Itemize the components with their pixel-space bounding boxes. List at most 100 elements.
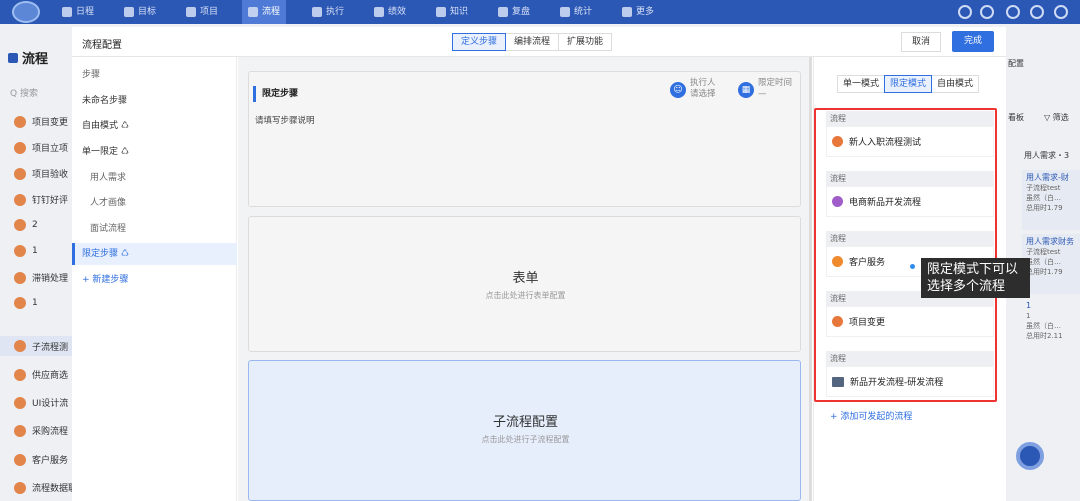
target-icon — [124, 7, 134, 17]
flow-group: 流程 电商新品开发流程 — [826, 171, 994, 217]
nav-item-performance[interactable]: 绩效 — [374, 0, 406, 24]
tab-arrange-flow[interactable]: 编排流程 — [505, 33, 560, 51]
canvas-scrollbar[interactable] — [809, 57, 812, 501]
step-sub-item[interactable]: 用人需求 — [72, 167, 237, 189]
background-list-item[interactable]: 项目变更 — [14, 115, 68, 128]
background-list-item[interactable]: 客户服务 — [14, 453, 68, 466]
pointer-dot — [910, 264, 915, 269]
flow-item-icon — [14, 167, 26, 180]
user-icon[interactable] — [1006, 5, 1020, 19]
nav-item-flow[interactable]: 流程 — [242, 0, 287, 24]
flow-item-icon — [14, 396, 26, 409]
flow-item-icon — [14, 245, 26, 257]
step-info-box[interactable]: 限定步骤 请填写步骤说明 ☺ 执行人 请选择 ▦ 限定时间 — — [248, 71, 801, 207]
help-icon[interactable] — [1054, 5, 1068, 19]
done-button[interactable]: 完成 — [952, 31, 995, 52]
flow-icon — [832, 196, 843, 207]
flow-card[interactable]: 电商新品开发流程 — [826, 186, 994, 217]
nav-item-more[interactable]: 更多 — [622, 0, 654, 24]
background-list-item[interactable]: 采购流程 — [14, 424, 68, 437]
subflow-box-title: 子流程配置 — [492, 415, 558, 430]
nav-item-goals[interactable]: 目标 — [124, 0, 156, 24]
background-list-item[interactable]: 项目验收 — [14, 167, 68, 180]
background-list-item[interactable]: 1 — [14, 297, 38, 309]
nav-item-projects[interactable]: 项目 — [186, 0, 218, 24]
steps-list: 步骤 未命名步骤 自由模式 ♺ 单一限定 ♺ 用人需求 人才画像 面试流程 限定… — [72, 57, 237, 501]
flow-item-icon — [14, 424, 26, 437]
background-list-item[interactable]: 1 — [14, 245, 38, 257]
add-flow-button[interactable]: + 添加可发起的流程 — [830, 409, 912, 422]
mode-free[interactable]: 自由模式 — [931, 75, 980, 93]
top-nav: 日程 目标 项目 流程 执行 绩效 知识 复盘 统计 更多 — [0, 0, 1080, 24]
background-list-item[interactable]: 供应商选 — [14, 368, 68, 381]
background-list-item[interactable]: UI设计流 — [14, 396, 68, 409]
background-card[interactable]: 用人需求-财 子流程test 虽然（白… 总用时1.79 — [1022, 170, 1080, 230]
flow-card[interactable]: 新人入职流程测试 — [826, 126, 994, 157]
flow-item-icon — [14, 340, 26, 352]
background-board-label[interactable]: 看板 — [1008, 112, 1024, 123]
step-item[interactable]: 未命名步骤 — [72, 90, 237, 112]
step-item[interactable]: 自由模式 ♺ — [72, 115, 237, 137]
executor-selector[interactable]: 执行人 请选择 — [690, 78, 716, 100]
flow-group: 流程 新人入职流程测试 — [826, 111, 994, 157]
background-list-item[interactable]: 滞销处理 — [14, 271, 68, 284]
flow-item-icon — [14, 271, 26, 284]
flow-card[interactable]: 新品开发流程-研发流程 — [826, 366, 994, 397]
subflow-config-box[interactable]: 子流程配置 点击此处进行子流程配置 — [248, 360, 801, 501]
nav-item-schedule[interactable]: 日程 — [62, 0, 94, 24]
flow-item-icon — [14, 368, 26, 381]
nav-item-execute[interactable]: 执行 — [312, 0, 344, 24]
bell-icon[interactable] — [958, 5, 972, 19]
nav-item-stats[interactable]: 统计 — [560, 0, 592, 24]
mode-switch: 单一模式 限定模式 自由模式 — [837, 75, 980, 93]
search-icon[interactable] — [980, 5, 994, 19]
flow-icon — [832, 316, 843, 327]
background-list-item[interactable]: 项目立项 — [14, 141, 68, 154]
steps-header: 步骤 — [82, 70, 101, 80]
performance-icon — [374, 7, 384, 17]
calendar-icon — [62, 7, 72, 17]
step-sub-item[interactable]: 人才画像 — [72, 192, 237, 214]
tab-extensions[interactable]: 扩展功能 — [558, 33, 613, 51]
app-logo[interactable] — [12, 1, 40, 23]
background-search-input[interactable]: Q 搜索 — [10, 86, 38, 99]
flow-group-label: 流程 — [826, 231, 994, 246]
modal-title: 流程配置 — [82, 40, 122, 51]
mode-single[interactable]: 单一模式 — [837, 75, 886, 93]
form-config-box[interactable]: 表单 点击此处进行表单配置 — [248, 216, 801, 352]
flow-group-label: 流程 — [826, 351, 994, 366]
step-sub-item[interactable]: 面试流程 — [72, 218, 237, 240]
background-filter-label[interactable]: ▽ 筛选 — [1044, 112, 1069, 123]
nav-item-review[interactable]: 复盘 — [498, 0, 530, 24]
flow-card[interactable]: 项目变更 — [826, 306, 994, 337]
flow-group-label: 流程 — [826, 171, 994, 186]
flow-item-icon — [14, 115, 26, 128]
background-group-title: 用人需求・3 — [1024, 151, 1070, 160]
background-config-label[interactable]: 配置 — [1008, 58, 1024, 69]
add-step-button[interactable]: + 新建步骤 — [72, 269, 237, 291]
cube-icon — [186, 7, 196, 17]
book-icon — [436, 7, 446, 17]
background-card[interactable]: 用人需求财务 子流程test 虽然（白… 总用时1.79 — [1022, 234, 1080, 294]
step-description[interactable]: 请填写步骤说明 — [255, 114, 315, 126]
review-icon — [498, 7, 508, 17]
flow-icon — [8, 52, 18, 63]
step-item[interactable]: 单一限定 ♺ — [72, 141, 237, 163]
step-item-active[interactable]: 限定步骤 ♺ — [72, 243, 237, 265]
background-card[interactable]: 1 1 虽然（白… 总用时2.11 — [1022, 298, 1080, 358]
step-name[interactable]: 限定步骤 — [253, 86, 298, 102]
flow-group-label: 流程 — [826, 111, 994, 126]
nav-item-knowledge[interactable]: 知识 — [436, 0, 468, 24]
execute-icon — [312, 7, 322, 17]
help-float-button[interactable] — [1016, 442, 1044, 470]
cancel-button[interactable]: 取消 — [901, 32, 942, 52]
tab-define-steps[interactable]: 定义步骤 — [452, 33, 507, 51]
background-list-item-selected[interactable]: 子流程测 — [0, 336, 80, 356]
flow-icon — [832, 256, 843, 267]
time-limit-selector[interactable]: 限定时间 — — [758, 78, 792, 100]
flow-item-icon — [14, 453, 26, 466]
mode-restricted[interactable]: 限定模式 — [884, 75, 933, 93]
background-list-item[interactable]: 2 — [14, 219, 38, 231]
gear-icon[interactable] — [1030, 5, 1044, 19]
background-list-item[interactable]: 钉钉好评 — [14, 193, 68, 206]
